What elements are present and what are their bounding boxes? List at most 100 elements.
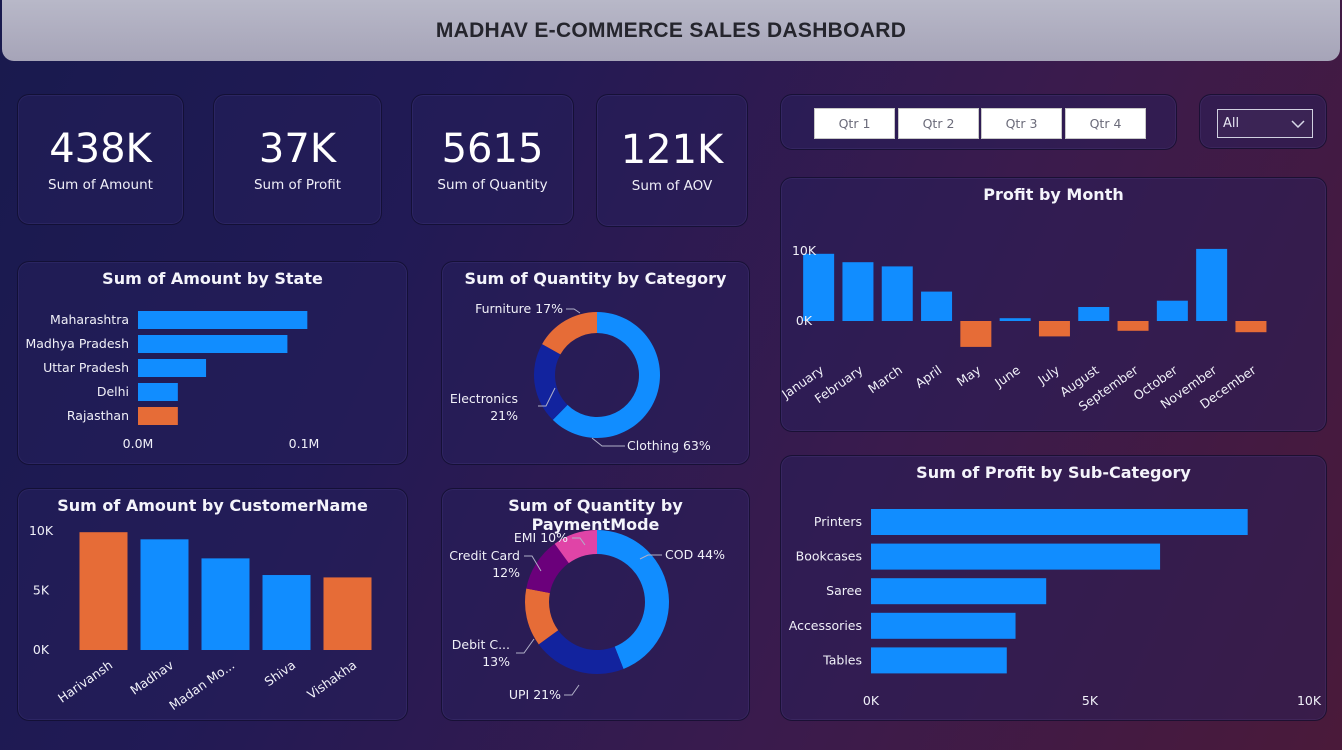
kpi-card-profit: 37K Sum of Profit <box>213 94 382 225</box>
kpi-card-amount: 438K Sum of Amount <box>17 94 184 225</box>
category-label: Uttar Pradesh <box>43 360 129 375</box>
axis-tick-label: 5K <box>1082 693 1099 708</box>
kpi-value: 121K <box>620 126 724 173</box>
axis-tick-label: 0.0M <box>123 436 154 451</box>
leader-line <box>564 684 580 696</box>
card-quantity-by-paymentmode: Sum of Quantity by PaymentMode COD 44% UP… <box>441 488 750 721</box>
category-label: Bookcases <box>796 549 862 564</box>
bar <box>138 407 178 425</box>
bar <box>842 262 874 321</box>
slicer-qtr4-button[interactable]: Qtr 4 <box>1065 108 1146 139</box>
slicer-qtr3-button[interactable]: Qtr 3 <box>981 108 1062 139</box>
bar <box>871 578 1047 605</box>
donut-slice <box>538 630 624 674</box>
card-quantity-by-category: Sum of Quantity by Category Clothing 63%… <box>441 261 750 465</box>
category-label: Rajasthan <box>67 408 129 423</box>
bar <box>921 291 953 321</box>
slice-percent: 21% <box>490 408 518 423</box>
chart-amount-by-state: Maharashtra Madhya Pradesh Uttar Pradesh De… <box>25 311 320 451</box>
page-title: MADHAV E-COMMERCE SALES DASHBOARD <box>435 18 907 42</box>
dashboard-header: MADHAV E-COMMERCE SALES DASHBOARD <box>2 0 1340 61</box>
leader-line <box>566 308 581 314</box>
chart-quantity-by-category: Clothing 63% Electronics 21% Furniture 17% <box>450 301 711 453</box>
bar <box>138 359 207 377</box>
kpi-value: 37K <box>258 125 337 172</box>
slicer-qtr1-button[interactable]: Qtr 1 <box>814 108 895 139</box>
category-label: Madhya Pradesh <box>25 336 129 351</box>
donut-slice <box>597 530 669 669</box>
kpi-card-aov: 121K Sum of AOV <box>596 94 748 227</box>
bar <box>138 335 288 353</box>
quarter-slicer: Qtr 1 Qtr 2 Qtr 3 Qtr 4 <box>780 94 1177 150</box>
bar <box>999 318 1031 321</box>
bar <box>871 647 1007 674</box>
axis-tick-label: 10K <box>792 243 817 258</box>
bar <box>871 509 1248 535</box>
category-label: July <box>1034 362 1062 388</box>
axis-tick-label: 0K <box>863 693 880 708</box>
donut-slice <box>534 344 568 420</box>
kpi-label: Sum of Amount <box>48 176 153 193</box>
card-amount-by-customer: Sum of Amount by CustomerName Harivansh M… <box>17 488 408 721</box>
axis-tick-label: 0.1M <box>289 436 320 451</box>
dropdown-slicer: All <box>1199 94 1327 149</box>
bar <box>803 253 835 321</box>
card-profit-by-subcategory: Sum of Profit by Sub-Category Printers Bo… <box>780 455 1327 721</box>
chart-profit-by-subcategory: Printers Bookcases Saree Accessories Tables 0… <box>789 509 1322 708</box>
kpi-value: 438K <box>49 125 152 172</box>
leader-line <box>516 638 535 654</box>
category-label: Madan Mo... <box>166 657 237 713</box>
bar <box>960 321 992 347</box>
axis-tick-label: 10K <box>29 523 54 538</box>
bar <box>1038 321 1070 337</box>
category-label: Madhav <box>127 657 177 698</box>
bar <box>1196 248 1228 321</box>
chevron-down-icon <box>1291 120 1305 129</box>
category-label: Maharashtra <box>50 312 129 327</box>
bar <box>323 577 372 650</box>
bar <box>1078 307 1110 321</box>
kpi-value: 5615 <box>441 125 544 172</box>
slice-label: COD 44% <box>665 547 725 562</box>
chart-profit-by-month: JanuaryFebruary March April May June JulyAugu… <box>781 243 1267 414</box>
bar <box>201 558 250 650</box>
category-label: June <box>991 362 1023 391</box>
bar <box>881 266 913 321</box>
category-label: May <box>954 362 984 389</box>
donut-slice <box>542 312 597 355</box>
bar <box>1156 300 1188 321</box>
category-label: Shiva <box>261 657 298 689</box>
bar <box>871 612 1016 639</box>
category-label: Printers <box>814 514 862 529</box>
kpi-label: Sum of Profit <box>253 176 342 193</box>
category-label: March <box>865 362 905 396</box>
bar <box>871 543 1161 570</box>
slicer-qtr2-button[interactable]: Qtr 2 <box>898 108 979 139</box>
filter-dropdown[interactable]: All <box>1217 109 1313 138</box>
category-label: Harivansh <box>55 657 115 705</box>
slice-label: EMI 10% <box>514 530 568 545</box>
slice-label: Electronics <box>450 391 518 406</box>
category-label: Vishakha <box>304 657 359 702</box>
bar <box>79 532 128 650</box>
bar <box>138 383 178 401</box>
axis-tick-label: 10K <box>1297 693 1322 708</box>
bar <box>262 575 311 650</box>
chart-quantity-by-paymentmode: COD 44% UPI 21% Debit C... 13% Credit Card 12… <box>449 530 725 702</box>
axis-tick-label: 5K <box>33 583 50 598</box>
bar <box>138 311 308 329</box>
category-label: Tables <box>822 652 862 667</box>
category-label: April <box>912 362 944 391</box>
card-profit-by-month: Profit by Month January February March Apri… <box>780 177 1327 432</box>
kpi-label: Sum of AOV <box>631 177 713 194</box>
axis-tick-label: 0K <box>796 313 813 328</box>
category-label: Delhi <box>97 384 129 399</box>
category-label: Saree <box>826 583 862 598</box>
slice-label: Credit Card <box>449 548 520 563</box>
kpi-label: Sum of Quantity <box>437 176 548 193</box>
slice-percent: 12% <box>492 565 520 580</box>
axis-tick-label: 0K <box>33 642 50 657</box>
chart-amount-by-customer: Harivansh MadhavMadan Mo... Shiva Vishakha 0… <box>29 523 372 713</box>
bar <box>1235 321 1267 333</box>
slice-label: Furniture 17% <box>475 301 563 316</box>
